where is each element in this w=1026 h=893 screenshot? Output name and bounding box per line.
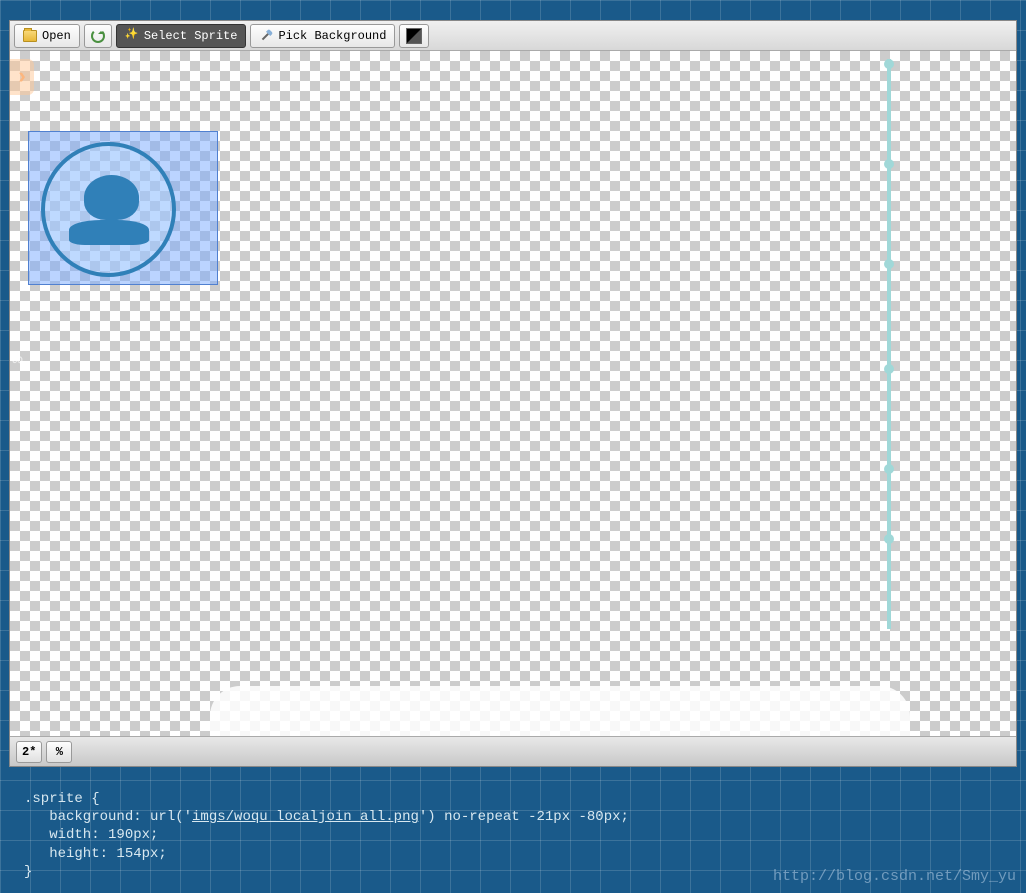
zoom-button[interactable]: 2* bbox=[16, 741, 42, 763]
pick-background-button[interactable]: Pick Background bbox=[250, 24, 395, 48]
code-url-link[interactable]: imgs/woqu_localjoin_all.png bbox=[192, 809, 419, 825]
pick-background-label: Pick Background bbox=[278, 29, 386, 43]
vertical-guide bbox=[887, 59, 891, 629]
folder-icon bbox=[23, 30, 37, 42]
refresh-icon bbox=[91, 29, 105, 43]
watermark-glyph: ∞ bbox=[12, 351, 42, 371]
sprite-selection[interactable] bbox=[28, 131, 218, 285]
css-output: .sprite { background: url('imgs/woqu_loc… bbox=[24, 790, 629, 881]
toolbar: Open Select Sprite Pick Background bbox=[10, 21, 1016, 51]
open-label: Open bbox=[42, 29, 71, 43]
expand-panel-tab[interactable] bbox=[10, 59, 34, 95]
sprite-preview bbox=[41, 142, 176, 277]
percent-button[interactable]: % bbox=[46, 741, 72, 763]
color-swatch-button[interactable] bbox=[399, 24, 429, 48]
wand-icon bbox=[125, 29, 139, 43]
page-watermark: http://blog.csdn.net/Smy_yu bbox=[773, 868, 1016, 885]
code-line-3: width: 190px; bbox=[24, 827, 158, 843]
select-sprite-label: Select Sprite bbox=[144, 29, 238, 43]
sprite-graphic bbox=[64, 170, 154, 250]
canvas[interactable]: ∞ bbox=[10, 51, 1016, 736]
status-bar: 2* % bbox=[10, 736, 1016, 766]
code-line-1: .sprite { bbox=[24, 791, 100, 807]
sprite-region bbox=[210, 686, 910, 736]
code-line-4: height: 154px; bbox=[24, 846, 167, 862]
app-window: Open Select Sprite Pick Background ∞ bbox=[9, 20, 1017, 767]
refresh-button[interactable] bbox=[84, 24, 112, 48]
select-sprite-button[interactable]: Select Sprite bbox=[116, 24, 247, 48]
code-line-5: } bbox=[24, 864, 32, 880]
eyedropper-icon bbox=[257, 26, 277, 46]
code-line-2-end: ') no-repeat -21px -80px; bbox=[419, 809, 629, 825]
swatch-icon bbox=[406, 28, 422, 44]
code-line-2-start: background: url(' bbox=[24, 809, 192, 825]
open-button[interactable]: Open bbox=[14, 24, 80, 48]
